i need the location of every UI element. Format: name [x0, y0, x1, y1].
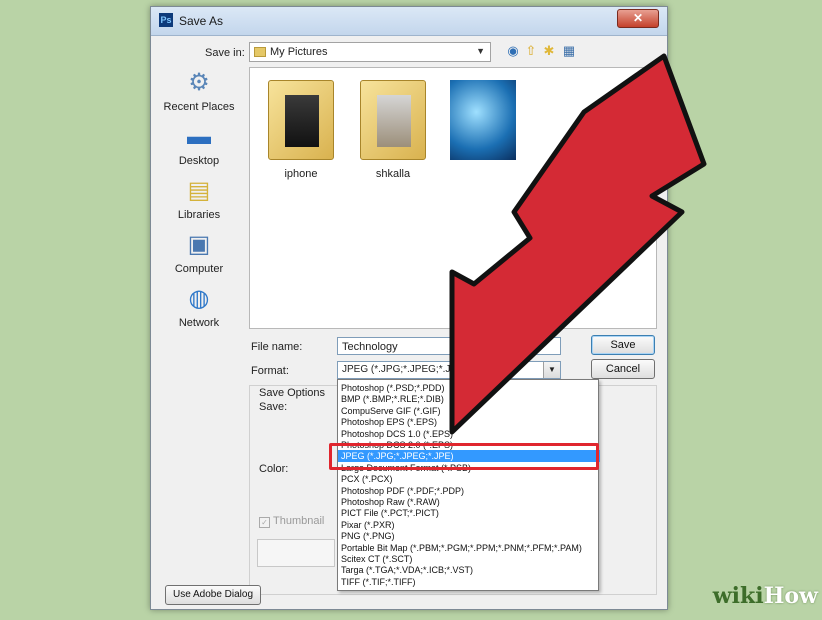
- arrow-shape: [449, 53, 707, 435]
- wikihow-watermark: wikiHow: [686, 578, 822, 614]
- red-arrow-annotation: [449, 53, 707, 435]
- watermark-how: How: [763, 583, 818, 609]
- watermark-wiki: wiki: [712, 583, 764, 609]
